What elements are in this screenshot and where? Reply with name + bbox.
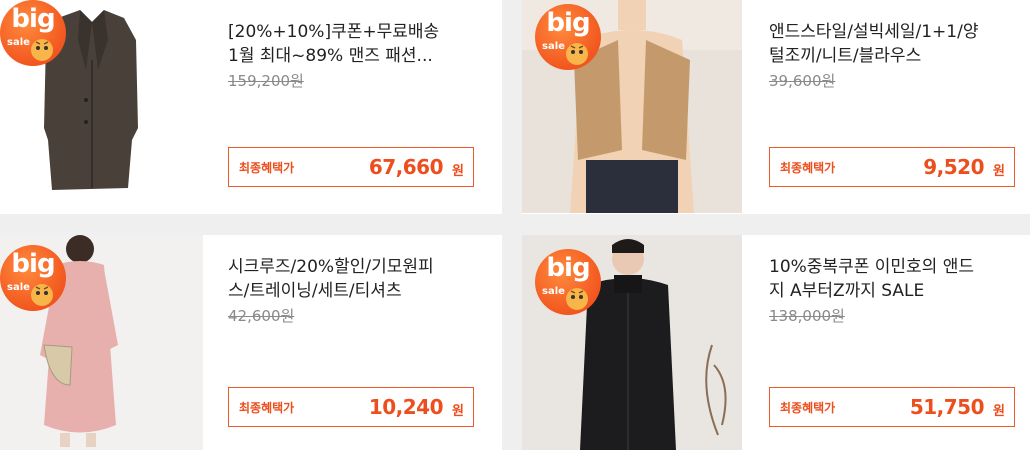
tiger-mascot-icon <box>31 284 53 306</box>
original-price: 159,200원 <box>228 72 304 90</box>
product-card[interactable]: big sale 10%중복쿠폰 이민호의 앤드 지 A부터Z까지 SALE 1… <box>522 235 1030 450</box>
product-card[interactable]: big sale [20%+10%]쿠폰+무료배송 1월 최대~89% 맨즈 패… <box>0 0 502 214</box>
benefit-label: 최종혜택가 <box>239 401 295 415</box>
original-price: 42,600원 <box>228 307 295 325</box>
product-title-line: 지 A부터Z까지 SALE <box>769 281 925 301</box>
original-price: 39,600원 <box>769 72 836 90</box>
currency-unit: 원 <box>993 404 1005 419</box>
final-price: 9,520 <box>923 155 984 179</box>
final-price: 67,660 <box>368 155 444 179</box>
final-price-box: 최종혜택가 9,520 원 <box>769 147 1015 187</box>
benefit-label: 최종혜택가 <box>239 161 295 175</box>
badge-big-text: big <box>546 8 590 38</box>
product-title-line: 10%중복쿠폰 이민호의 앤드 <box>769 257 974 277</box>
big-sale-badge: big sale <box>535 249 601 315</box>
benefit-label: 최종혜택가 <box>780 401 836 415</box>
final-price-box: 최종혜택가 10,240 원 <box>228 387 474 427</box>
final-price: 51,750 <box>909 395 985 419</box>
tiger-mascot-icon <box>31 39 53 61</box>
currency-unit: 원 <box>452 404 464 419</box>
product-title-line: [20%+10%]쿠폰+무료배송 <box>228 22 440 42</box>
product-title-line: 1월 최대~89% 맨즈 패션... <box>228 46 433 66</box>
badge-big-text: big <box>11 249 55 279</box>
final-price-box: 최종혜택가 51,750 원 <box>769 387 1015 427</box>
product-title-line: 시크루즈/20%할인/기모원피 <box>228 257 434 277</box>
big-sale-badge: big sale <box>535 4 601 70</box>
original-price: 138,000원 <box>769 307 845 325</box>
product-title[interactable]: 앤드스타일/설빅세일/1+1/양 털조끼/니트/블라우스 <box>769 20 1019 68</box>
tiger-mascot-icon <box>566 288 588 310</box>
final-price-box: 최종혜택가 67,660 원 <box>228 147 474 187</box>
benefit-label: 최종혜택가 <box>780 161 836 175</box>
big-sale-badge: big sale <box>0 0 66 66</box>
big-sale-badge: big sale <box>0 245 66 311</box>
product-title[interactable]: [20%+10%]쿠폰+무료배송 1월 최대~89% 맨즈 패션... <box>228 20 478 68</box>
tiger-mascot-icon <box>566 43 588 65</box>
currency-unit: 원 <box>452 164 464 179</box>
product-title[interactable]: 시크루즈/20%할인/기모원피 스/트레이닝/세트/티셔츠 <box>228 255 478 303</box>
badge-big-text: big <box>11 4 55 34</box>
product-title-line: 스/트레이닝/세트/티셔츠 <box>228 281 402 301</box>
currency-unit: 원 <box>993 164 1005 179</box>
product-card[interactable]: big sale 시크루즈/20%할인/기모원피 스/트레이닝/세트/티셔츠 4… <box>0 235 502 450</box>
product-title-line: 앤드스타일/설빅세일/1+1/양 <box>769 22 979 42</box>
product-title-line: 털조끼/니트/블라우스 <box>769 46 922 66</box>
product-card[interactable]: big sale 앤드스타일/설빅세일/1+1/양 털조끼/니트/블라우스 39… <box>522 0 1030 214</box>
badge-big-text: big <box>546 253 590 283</box>
product-title[interactable]: 10%중복쿠폰 이민호의 앤드 지 A부터Z까지 SALE <box>769 255 1019 303</box>
final-price: 10,240 <box>368 395 444 419</box>
